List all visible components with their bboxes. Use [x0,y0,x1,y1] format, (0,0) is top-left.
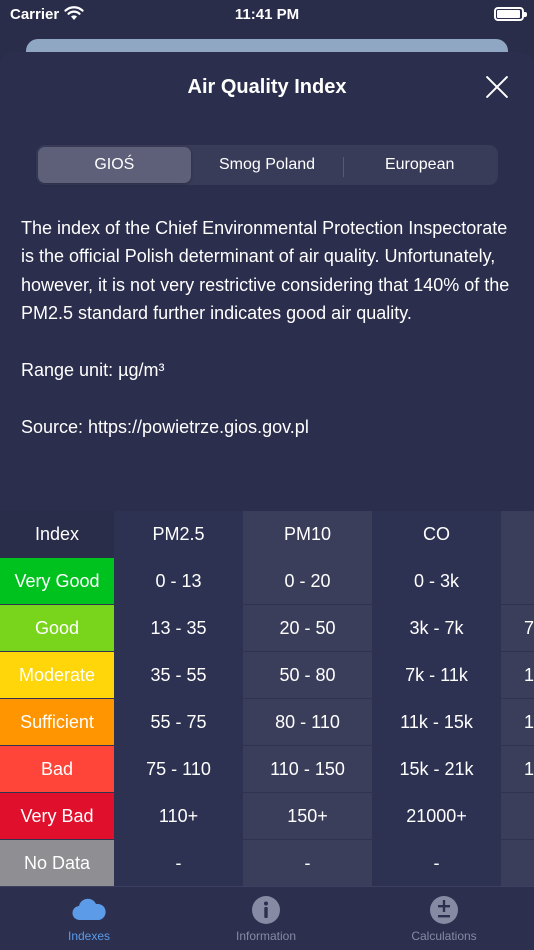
range-cell: 7k - 11k [372,652,501,699]
index-level-label: Very Bad [0,793,114,840]
segment-european[interactable]: European [343,147,496,183]
segment-label: Smog Poland [218,156,316,173]
range-cell: 80 - 110 [243,699,372,746]
index-source-selector: GIOŚ Smog Poland European [36,145,498,185]
table-row: Good 13 - 35 20 - 50 3k - 7k 7 [0,605,534,652]
range-cell: 35 - 55 [114,652,243,699]
column-header-pm25: PM2.5 [114,511,243,558]
segment-gios[interactable]: GIOŚ [38,147,191,183]
column-header-co: CO [372,511,501,558]
info-icon [252,896,280,924]
aqi-table: Index PM2.5 PM10 CO Very Good 0 - 13 0 - 2… [0,511,534,887]
tab-label: Calculations [411,929,477,943]
index-level-label: Very Good [0,558,114,605]
range-cell: 11k - 15k [372,699,501,746]
range-cell: 150+ [243,793,372,840]
table-row: No Data - - - [0,840,534,887]
tab-indexes[interactable]: Indexes [19,895,159,943]
range-cell [501,793,534,840]
table-row: Bad75 - 110110 - 15015k - 21k18 [0,746,534,793]
segment-divider [343,157,345,177]
cloud-icon [72,898,106,921]
range-cell: 50 - 80 [243,652,372,699]
plus-minus-icon [430,896,458,924]
range-cell [501,558,534,605]
range-cell: 3k - 7k [372,605,501,652]
column-header-next [501,511,534,558]
range-cell [501,840,534,887]
range-cell: 55 - 75 [114,699,243,746]
range-cell: 110 - 150 [243,746,372,793]
range-cell: 0 - 13 [114,558,243,605]
table-row: Very Good 0 - 13 0 - 20 0 - 3k [0,558,534,605]
index-level-label: No Data [0,840,114,887]
index-level-label: Bad [0,746,114,793]
range-cell: 15k - 21k [372,746,501,793]
index-level-label: Moderate [0,652,114,699]
range-cell: 18 [501,746,534,793]
segment-smog-poland[interactable]: Smog Poland [191,147,344,183]
tab-label: Indexes [67,929,111,943]
status-bar: Carrier 11:41 PM [0,0,534,30]
range-cell: - [243,840,372,887]
description: The index of the Chief Environmental Pro… [21,214,521,470]
close-icon[interactable] [484,74,510,100]
sheet-title: Air Quality Index [187,76,347,98]
range-cell: 1 [501,699,534,746]
range-unit-text: Range unit: µg/m³ [21,360,165,381]
range-cell: 7 [501,605,534,652]
column-header-index: Index [0,511,114,558]
clock: 11:41 PM [234,6,300,23]
aqi-sheet: Air Quality Index GIOŚ Smog Poland Europ… [0,52,534,950]
index-level-label: Sufficient [0,699,114,746]
tab-bar: Indexes Information Calculations [0,886,534,950]
source-text: Source: https://powietrze.gios.gov.pl [21,416,309,437]
tab-calculations[interactable]: Calculations [374,895,514,943]
range-cell: - [114,840,243,887]
battery-icon [494,7,527,21]
tab-information[interactable]: Information [196,895,336,943]
tab-label: Information [235,929,297,943]
table-body: Very Good 0 - 13 0 - 20 0 - 3k Good 13 - 35 20… [0,558,534,887]
column-header-pm10: PM10 [243,511,372,558]
range-cell: 21000+ [372,793,501,840]
table-row: Sufficient 55 - 75 80 - 110 11k - 15k 1 [0,699,534,746]
table-header-row: Index PM2.5 PM10 CO [0,511,534,558]
segment-label: GIOŚ [94,156,135,173]
range-cell: 20 - 50 [243,605,372,652]
description-text: The index of the Chief Environmental Pro… [21,218,510,324]
range-cell: 1 [501,652,534,699]
range-cell: 13 - 35 [114,605,243,652]
range-cell: 0 - 20 [243,558,372,605]
table-row: Moderate 35 - 55 50 - 80 7k - 11k 1 [0,652,534,699]
table-row: Very Bad 110+ 150+ 21000+ [0,793,534,840]
segment-label: European [384,156,455,173]
range-cell: 110+ [114,793,243,840]
range-cell: - [372,840,501,887]
range-cell: 75 - 110 [114,746,243,793]
range-cell: 0 - 3k [372,558,501,605]
index-level-label: Good [0,605,114,652]
